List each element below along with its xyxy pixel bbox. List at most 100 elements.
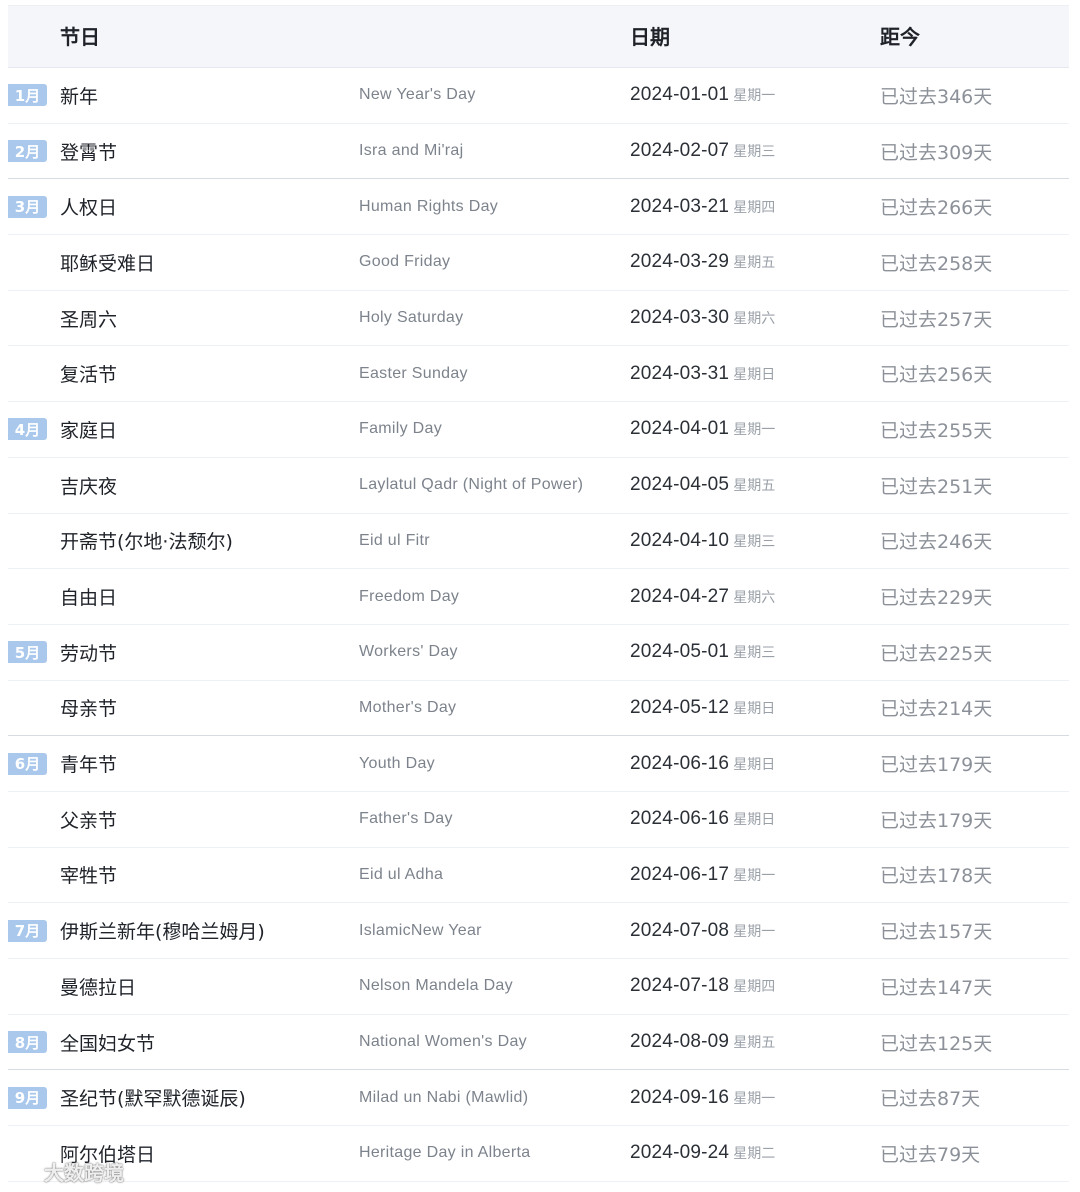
holiday-name-en: Isra and Mi'raj: [359, 142, 464, 160]
holiday-name-en: Freedom Day: [359, 587, 460, 605]
days-since: 已过去147天: [880, 976, 993, 999]
header-holiday: 节日: [60, 25, 100, 49]
date-value: 2024-02-07: [630, 140, 730, 162]
holiday-date: 2024-04-05 星期五: [630, 458, 775, 513]
date-value: 2024-04-05: [630, 474, 730, 496]
date-value: 2024-03-21: [630, 195, 730, 217]
date-value: 2024-04-27: [630, 585, 730, 607]
date-value: 2024-03-31: [630, 362, 730, 384]
holiday-date: 2024-03-21 星期四: [630, 179, 775, 234]
weekday-label: 星期一: [733, 88, 776, 105]
weekday-label: 星期一: [733, 923, 776, 940]
date-value: 2024-09-24: [630, 1142, 730, 1164]
holiday-date: 2024-07-18 星期四: [630, 959, 775, 1014]
holiday-date: 2024-04-27 星期六: [630, 569, 775, 624]
date-value: 2024-03-30: [630, 307, 730, 329]
days-since: 已过去229天: [880, 587, 993, 610]
days-since: 已过去179天: [880, 754, 993, 777]
weekday-label: 星期六: [733, 589, 776, 606]
holiday-name-cn: 曼德拉日: [60, 976, 137, 999]
weekday-label: 星期四: [733, 199, 776, 216]
holiday-name-cn: 自由日: [60, 587, 118, 610]
header-since: 距今: [880, 25, 920, 49]
holiday-name-en: Eid ul Adha: [359, 865, 444, 883]
weekday-label: 星期三: [733, 533, 776, 550]
header-date: 日期: [630, 25, 670, 49]
weekday-label: 星期三: [733, 645, 776, 662]
month-badge: 3月: [8, 195, 47, 218]
table-row: 宰牲节 Eid ul Adha 2024-06-17 星期一 已过去178天: [8, 848, 1069, 904]
watermark-text: 大数跨境: [44, 1160, 124, 1185]
table-row: 耶稣受难日 Good Friday 2024-03-29 星期五 已过去258天: [8, 235, 1069, 291]
month-badge: 6月: [8, 752, 47, 775]
days-since: 已过去309天: [880, 141, 993, 164]
weekday-label: 星期一: [733, 422, 776, 439]
table-row: 4月 家庭日 Family Day 2024-04-01 星期一 已过去255天: [8, 402, 1069, 458]
holiday-date: 2024-05-12 星期日: [630, 681, 775, 736]
date-value: 2024-07-18: [630, 975, 730, 997]
table-row: 吉庆夜 Laylatul Qadr (Night of Power) 2024-04…: [8, 458, 1069, 514]
holiday-name-en: National Women's Day: [359, 1033, 527, 1051]
date-value: 2024-01-01: [630, 84, 730, 106]
holiday-name-cn: 宰牲节: [60, 865, 118, 888]
table-row: 父亲节 Father's Day 2024-06-16 星期日 已过去179天: [8, 792, 1069, 848]
date-value: 2024-03-29: [630, 251, 730, 273]
table-row: 圣周六 Holy Saturday 2024-03-30 星期六 已过去257天: [8, 291, 1069, 347]
holiday-date: 2024-02-07 星期三: [630, 124, 775, 179]
days-since: 已过去258天: [880, 252, 993, 275]
date-value: 2024-05-12: [630, 696, 730, 718]
month-badge: 8月: [8, 1031, 47, 1054]
holiday-name-cn: 吉庆夜: [60, 475, 118, 498]
days-since: 已过去157天: [880, 921, 993, 944]
month-badge: 7月: [8, 919, 47, 942]
date-value: 2024-06-16: [630, 808, 730, 830]
weekday-label: 星期日: [733, 756, 776, 773]
holiday-date: 2024-09-24 星期二: [630, 1126, 775, 1181]
date-value: 2024-04-10: [630, 529, 730, 551]
month-badge: 5月: [8, 641, 47, 664]
table-row: 5月 劳动节 Workers' Day 2024-05-01 星期三 已过去225天: [8, 625, 1069, 681]
days-since: 已过去266天: [880, 197, 993, 220]
holiday-name-en: Eid ul Fitr: [359, 531, 430, 549]
holiday-name-en: Holy Saturday: [359, 309, 464, 327]
holiday-date: 2024-08-09 星期五: [630, 1015, 775, 1070]
weekday-label: 星期一: [733, 1090, 776, 1107]
table-body: 1月 新年 New Year's Day 2024-01-01 星期一 已过去346天 2月…: [8, 68, 1069, 1182]
holiday-date: 2024-03-31 星期日: [630, 346, 775, 401]
weekday-label: 星期四: [733, 979, 776, 996]
holiday-name-en: IslamicNew Year: [359, 921, 482, 939]
holiday-date: 2024-03-29 星期五: [630, 235, 775, 290]
holiday-name-cn: 圣纪节(默罕默德诞辰): [60, 1088, 246, 1111]
days-since: 已过去246天: [880, 531, 993, 554]
table-row: 阿尔伯塔日 Heritage Day in Alberta 2024-09-24 星期…: [8, 1126, 1069, 1182]
weekday-label: 星期一: [733, 867, 776, 884]
date-value: 2024-06-17: [630, 863, 730, 885]
watermark: 大数跨境: [10, 1156, 124, 1186]
days-since: 已过去179天: [880, 809, 993, 832]
date-value: 2024-06-16: [630, 752, 730, 774]
weekday-label: 星期五: [733, 478, 776, 495]
holiday-name-en: Human Rights Day: [359, 197, 499, 215]
holiday-name-en: Nelson Mandela Day: [359, 977, 513, 995]
table-row: 9月 圣纪节(默罕默德诞辰) Milad un Nabi (Mawlid) 2024-…: [8, 1070, 1069, 1127]
table-row: 7月 伊斯兰新年(穆哈兰姆月) IslamicNew Year 2024-07-08 星…: [8, 903, 1069, 959]
holiday-date: 2024-06-16 星期日: [630, 792, 775, 847]
weekday-label: 星期三: [733, 144, 776, 161]
days-since: 已过去214天: [880, 698, 993, 721]
table-row: 6月 青年节 Youth Day 2024-06-16 星期日 已过去179天: [8, 736, 1069, 792]
days-since: 已过去87天: [880, 1088, 981, 1111]
days-since: 已过去178天: [880, 865, 993, 888]
holiday-name-en: Workers' Day: [359, 643, 458, 661]
date-value: 2024-04-01: [630, 418, 730, 440]
holiday-date: 2024-06-16 星期日: [630, 736, 775, 791]
days-since: 已过去257天: [880, 308, 993, 331]
month-badge: 9月: [8, 1086, 47, 1109]
weekday-label: 星期二: [733, 1146, 776, 1163]
table-row: 自由日 Freedom Day 2024-04-27 星期六 已过去229天: [8, 569, 1069, 625]
table-row: 2月 登霄节 Isra and Mi'raj 2024-02-07 星期三 已过去309天: [8, 124, 1069, 180]
date-value: 2024-07-08: [630, 919, 730, 941]
days-since: 已过去251天: [880, 475, 993, 498]
holiday-name-en: Youth Day: [359, 754, 435, 772]
holiday-name-cn: 伊斯兰新年(穆哈兰姆月): [60, 921, 265, 944]
days-since: 已过去256天: [880, 364, 993, 387]
